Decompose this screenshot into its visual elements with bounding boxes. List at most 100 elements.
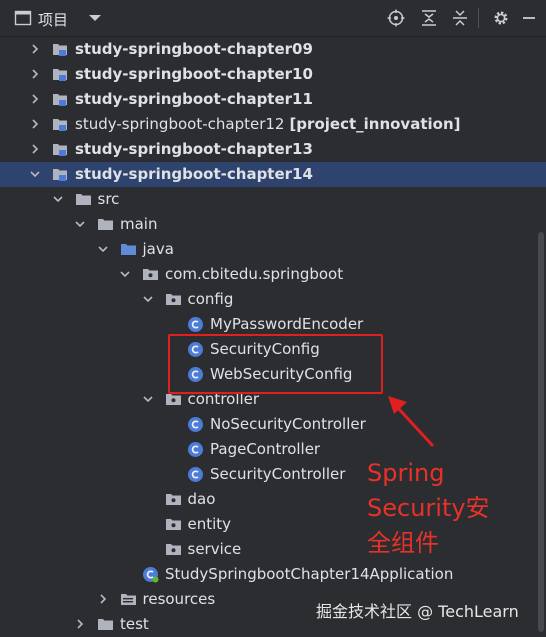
tree-row-text: test bbox=[120, 615, 149, 633]
minimize-icon[interactable] bbox=[520, 9, 538, 27]
chevron-right-icon[interactable] bbox=[29, 93, 41, 105]
chevron-down-icon[interactable] bbox=[29, 168, 41, 180]
tree-row-text: study-springboot-chapter12 bbox=[75, 115, 285, 133]
project-toolbar: 项目 bbox=[0, 0, 546, 37]
dropdown-icon[interactable] bbox=[86, 9, 104, 27]
class-icon bbox=[187, 441, 204, 458]
source-folder-icon bbox=[120, 241, 137, 258]
tree-row-label: StudySpringbootChapter14Application bbox=[165, 565, 453, 583]
tree-row[interactable]: StudySpringbootChapter14Application bbox=[0, 562, 546, 587]
chevron-down-icon[interactable] bbox=[74, 218, 86, 230]
tree-row[interactable]: com.cbitedu.springboot bbox=[0, 262, 546, 287]
tree-row-text: StudySpringbootChapter14Application bbox=[165, 565, 454, 583]
package-icon bbox=[142, 266, 159, 283]
chevron-right-icon[interactable] bbox=[29, 118, 41, 130]
highlight-box bbox=[168, 334, 383, 394]
tree-row-text: java bbox=[142, 240, 174, 258]
tree-row[interactable]: study-springboot-chapter14 bbox=[0, 162, 546, 187]
project-view-icon[interactable] bbox=[14, 9, 32, 27]
tree-row[interactable]: study-springboot-chapter12 [project_innov… bbox=[0, 112, 546, 137]
tree-row-label: study-springboot-chapter14 bbox=[75, 165, 313, 183]
tree-row-label: dao bbox=[188, 490, 216, 508]
tree-row-label: entity bbox=[188, 515, 232, 533]
tree-row-text: service bbox=[187, 540, 242, 558]
module-icon bbox=[52, 141, 69, 158]
module-icon bbox=[52, 41, 69, 58]
folder-icon bbox=[75, 191, 92, 208]
tree-row[interactable]: NoSecurityController bbox=[0, 412, 546, 437]
tree-row-text: resources bbox=[142, 590, 216, 608]
gear-icon[interactable] bbox=[492, 9, 510, 27]
tree-row[interactable]: study-springboot-chapter13 bbox=[0, 137, 546, 162]
scrollbar-thumb[interactable] bbox=[538, 232, 544, 632]
folder-icon bbox=[97, 216, 114, 233]
annotation-arrow-icon bbox=[388, 396, 435, 448]
tree-row-text: PageController bbox=[210, 440, 321, 458]
tree-row[interactable]: main bbox=[0, 212, 546, 237]
class-icon bbox=[187, 416, 204, 433]
tree-row-label: MyPasswordEncoder bbox=[210, 315, 363, 333]
chevron-right-icon[interactable] bbox=[29, 68, 41, 80]
tree-row-text: config bbox=[187, 290, 234, 308]
class-icon bbox=[187, 466, 204, 483]
tree-row-label: config bbox=[188, 290, 234, 308]
tree-row[interactable]: config bbox=[0, 287, 546, 312]
tree-row-text: src bbox=[97, 190, 120, 208]
tree-row[interactable]: study-springboot-chapter09 bbox=[0, 37, 546, 62]
package-icon bbox=[165, 516, 182, 533]
chevron-right-icon[interactable] bbox=[29, 143, 41, 155]
chevron-down-icon[interactable] bbox=[142, 293, 154, 305]
chevron-right-icon[interactable] bbox=[97, 593, 109, 605]
tree-row-label: main bbox=[120, 215, 157, 233]
toolbar-separator bbox=[478, 8, 479, 28]
annotation-line: 全组件 bbox=[367, 529, 439, 557]
tree-row[interactable]: java bbox=[0, 237, 546, 262]
chevron-down-icon[interactable] bbox=[119, 268, 131, 280]
tree-row-label: PageController bbox=[210, 440, 320, 458]
tree-row-label: service bbox=[188, 540, 242, 558]
scrollbar[interactable] bbox=[536, 37, 546, 637]
chevron-down-icon[interactable] bbox=[97, 243, 109, 255]
collapse-all-icon[interactable] bbox=[451, 9, 469, 27]
tree-row-label: resources bbox=[143, 590, 216, 608]
tree-row-text: main bbox=[120, 215, 158, 233]
tree-row-label: java bbox=[143, 240, 174, 258]
tree-row-text: study-springboot-chapter10 bbox=[75, 65, 313, 83]
watermark: 掘金技术社区 @ TechLearn bbox=[316, 602, 519, 621]
tree-row-label: study-springboot-chapter10 bbox=[75, 65, 313, 83]
tree-row-label: SecurityController bbox=[210, 465, 345, 483]
module-icon bbox=[52, 166, 69, 183]
expand-all-icon[interactable] bbox=[420, 9, 438, 27]
chevron-right-icon[interactable] bbox=[74, 618, 86, 630]
tree-row-text: dao bbox=[187, 490, 216, 508]
tree-row-label: src bbox=[98, 190, 120, 208]
module-icon bbox=[52, 66, 69, 83]
tree-row-suffix: [project_innovation] bbox=[289, 115, 461, 133]
project-view-title[interactable]: 项目 bbox=[38, 9, 68, 30]
tree-row[interactable]: study-springboot-chapter10 bbox=[0, 62, 546, 87]
chevron-down-icon[interactable] bbox=[142, 393, 154, 405]
package-icon bbox=[165, 291, 182, 308]
folder-icon bbox=[97, 616, 114, 633]
tree-row-label: test bbox=[120, 615, 149, 633]
chevron-down-icon[interactable] bbox=[52, 193, 64, 205]
tree-row-label: com.cbitedu.springboot bbox=[165, 265, 343, 283]
tree-row-text: study-springboot-chapter09 bbox=[75, 40, 313, 58]
module-icon bbox=[52, 91, 69, 108]
tree-row-label: study-springboot-chapter13 bbox=[75, 140, 313, 158]
tree-row-label: NoSecurityController bbox=[210, 415, 366, 433]
tree-row-label: study-springboot-chapter11 bbox=[75, 90, 313, 108]
tree-row[interactable]: study-springboot-chapter11 bbox=[0, 87, 546, 112]
package-icon bbox=[165, 541, 182, 558]
tree-row-label: study-springboot-chapter12 [project_innov… bbox=[75, 115, 460, 133]
tree-row-text: entity bbox=[187, 515, 232, 533]
annotation-text: Spring Security安 全组件 bbox=[367, 456, 517, 561]
locate-icon[interactable] bbox=[387, 9, 405, 27]
chevron-right-icon[interactable] bbox=[29, 43, 41, 55]
module-icon bbox=[52, 116, 69, 133]
annotation-line: Spring bbox=[367, 459, 445, 487]
spring-boot-class-icon bbox=[142, 566, 159, 583]
tree-row-text: SecurityController bbox=[210, 465, 346, 483]
class-icon bbox=[187, 316, 204, 333]
tree-row[interactable]: src bbox=[0, 187, 546, 212]
